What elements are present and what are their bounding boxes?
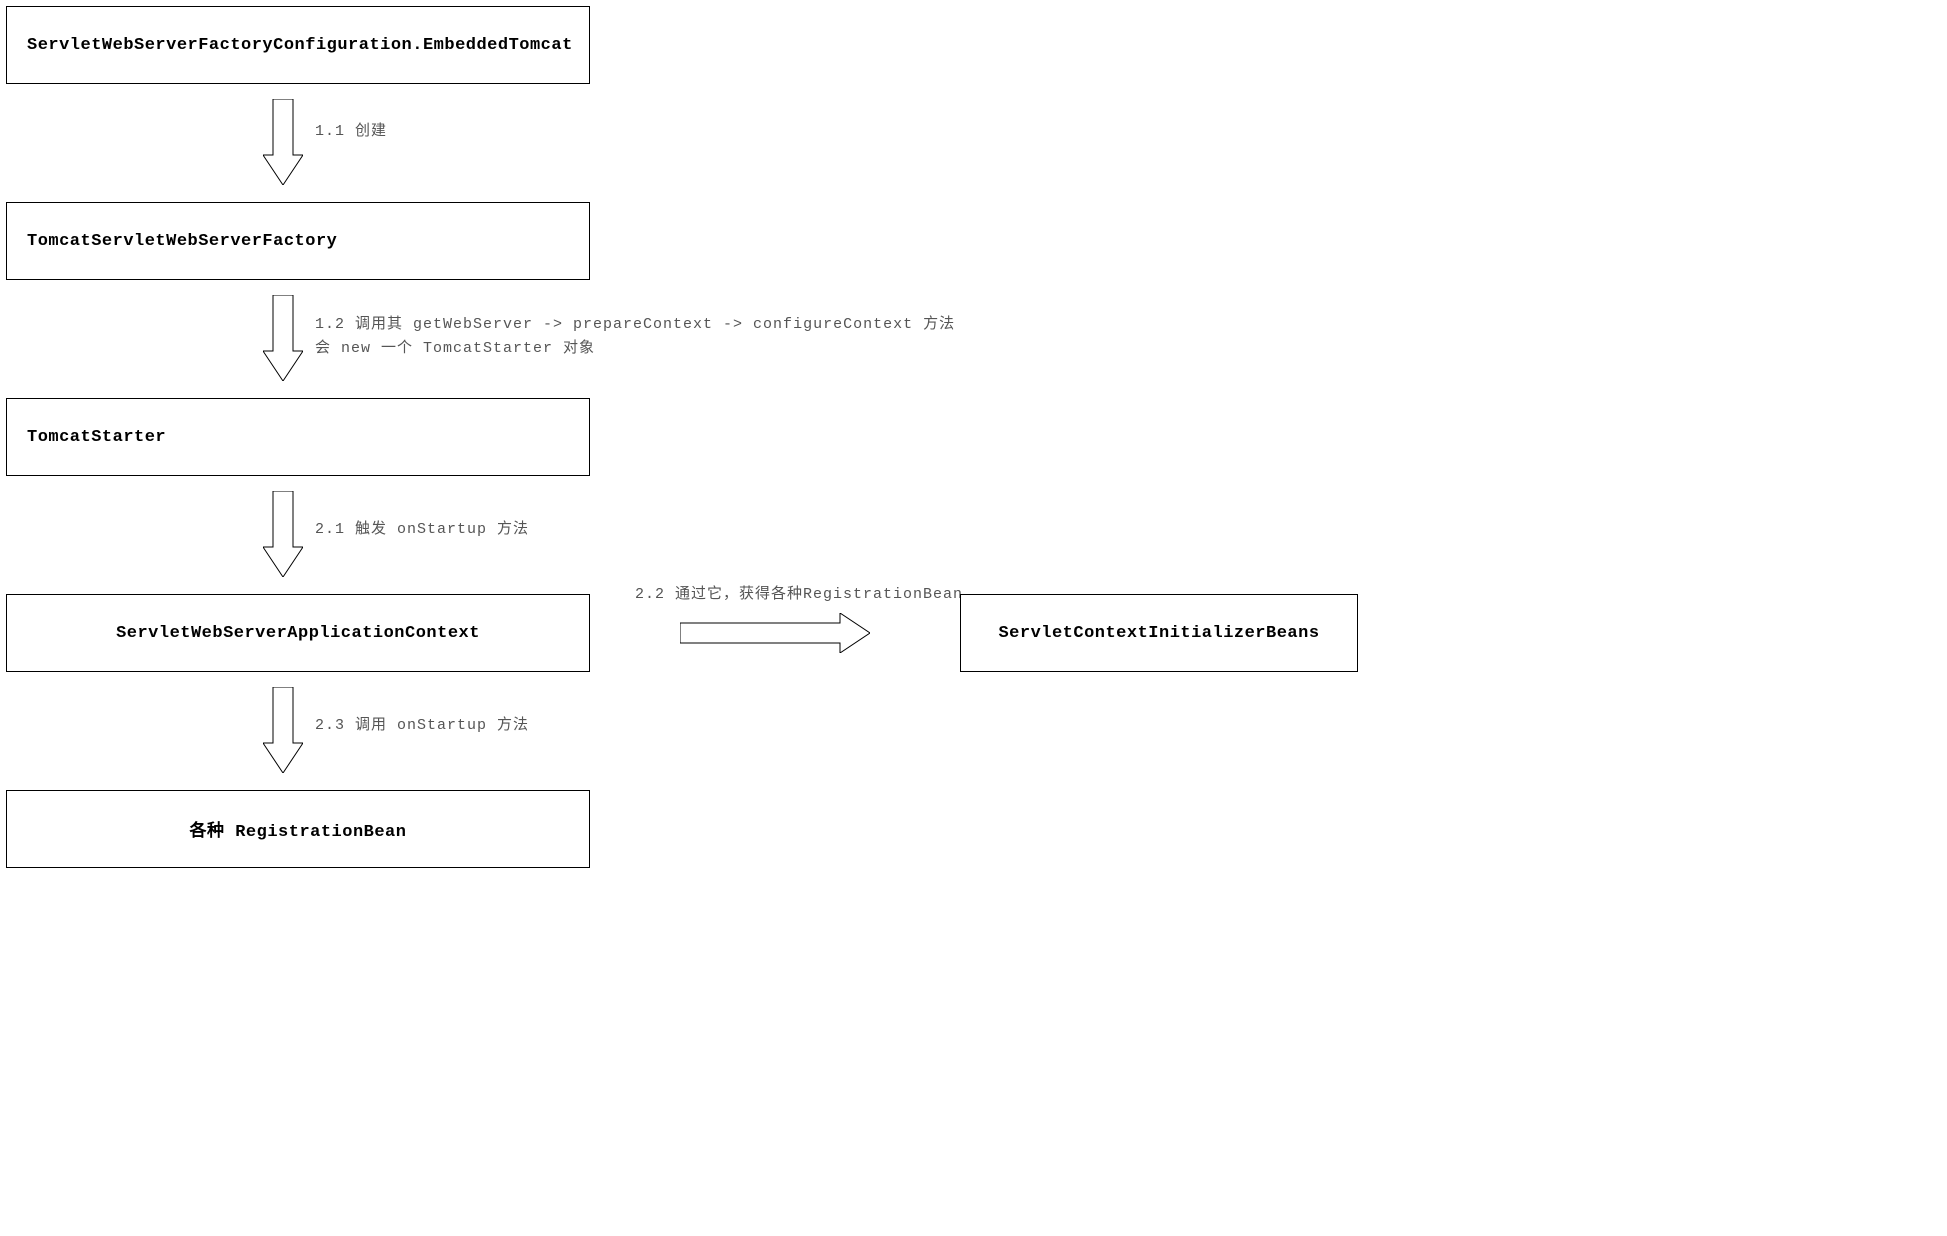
box-tomcat-factory: TomcatServletWebServerFactory [6,202,590,280]
arrow-label-text-line2: 会 new 一个 TomcatStarter 对象 [315,337,955,361]
box-label: 各种 RegistrationBean [190,816,407,842]
arrow-down-icon [263,491,303,577]
box-registration-bean: 各种 RegistrationBean [6,790,590,868]
arrow-down-icon [263,295,303,381]
arrow-down-icon [263,99,303,185]
arrow-right-icon [680,613,870,653]
arrow-label: 2.2 通过它，获得各种RegistrationBean [635,583,963,607]
arrow-label-text-line1: 1.2 调用其 getWebServer -> prepareContext -… [315,313,955,337]
arrow-label: 1.1 创建 [315,120,387,144]
box-label: TomcatStarter [27,428,166,447]
arrow-label: 2.3 调用 onStartup 方法 [315,714,529,738]
arrow-label-text: 2.2 通过它，获得各种RegistrationBean [635,586,963,603]
box-label: ServletContextInitializerBeans [998,624,1319,643]
arrow-label-text: 2.1 触发 onStartup 方法 [315,521,529,538]
box-label: ServletWebServerFactoryConfiguration.Emb… [27,36,573,55]
box-tomcat-starter: TomcatStarter [6,398,590,476]
box-embedded-tomcat: ServletWebServerFactoryConfiguration.Emb… [6,6,590,84]
box-label: ServletWebServerApplicationContext [116,624,480,643]
arrow-label: 1.2 调用其 getWebServer -> prepareContext -… [315,313,955,361]
arrow-down-icon [263,687,303,773]
arrow-label-text: 2.3 调用 onStartup 方法 [315,717,529,734]
box-application-context: ServletWebServerApplicationContext [6,594,590,672]
arrow-label-text: 1.1 创建 [315,123,387,140]
arrow-label: 2.1 触发 onStartup 方法 [315,518,529,542]
box-servlet-context-initializer-beans: ServletContextInitializerBeans [960,594,1358,672]
box-label: TomcatServletWebServerFactory [27,232,337,251]
